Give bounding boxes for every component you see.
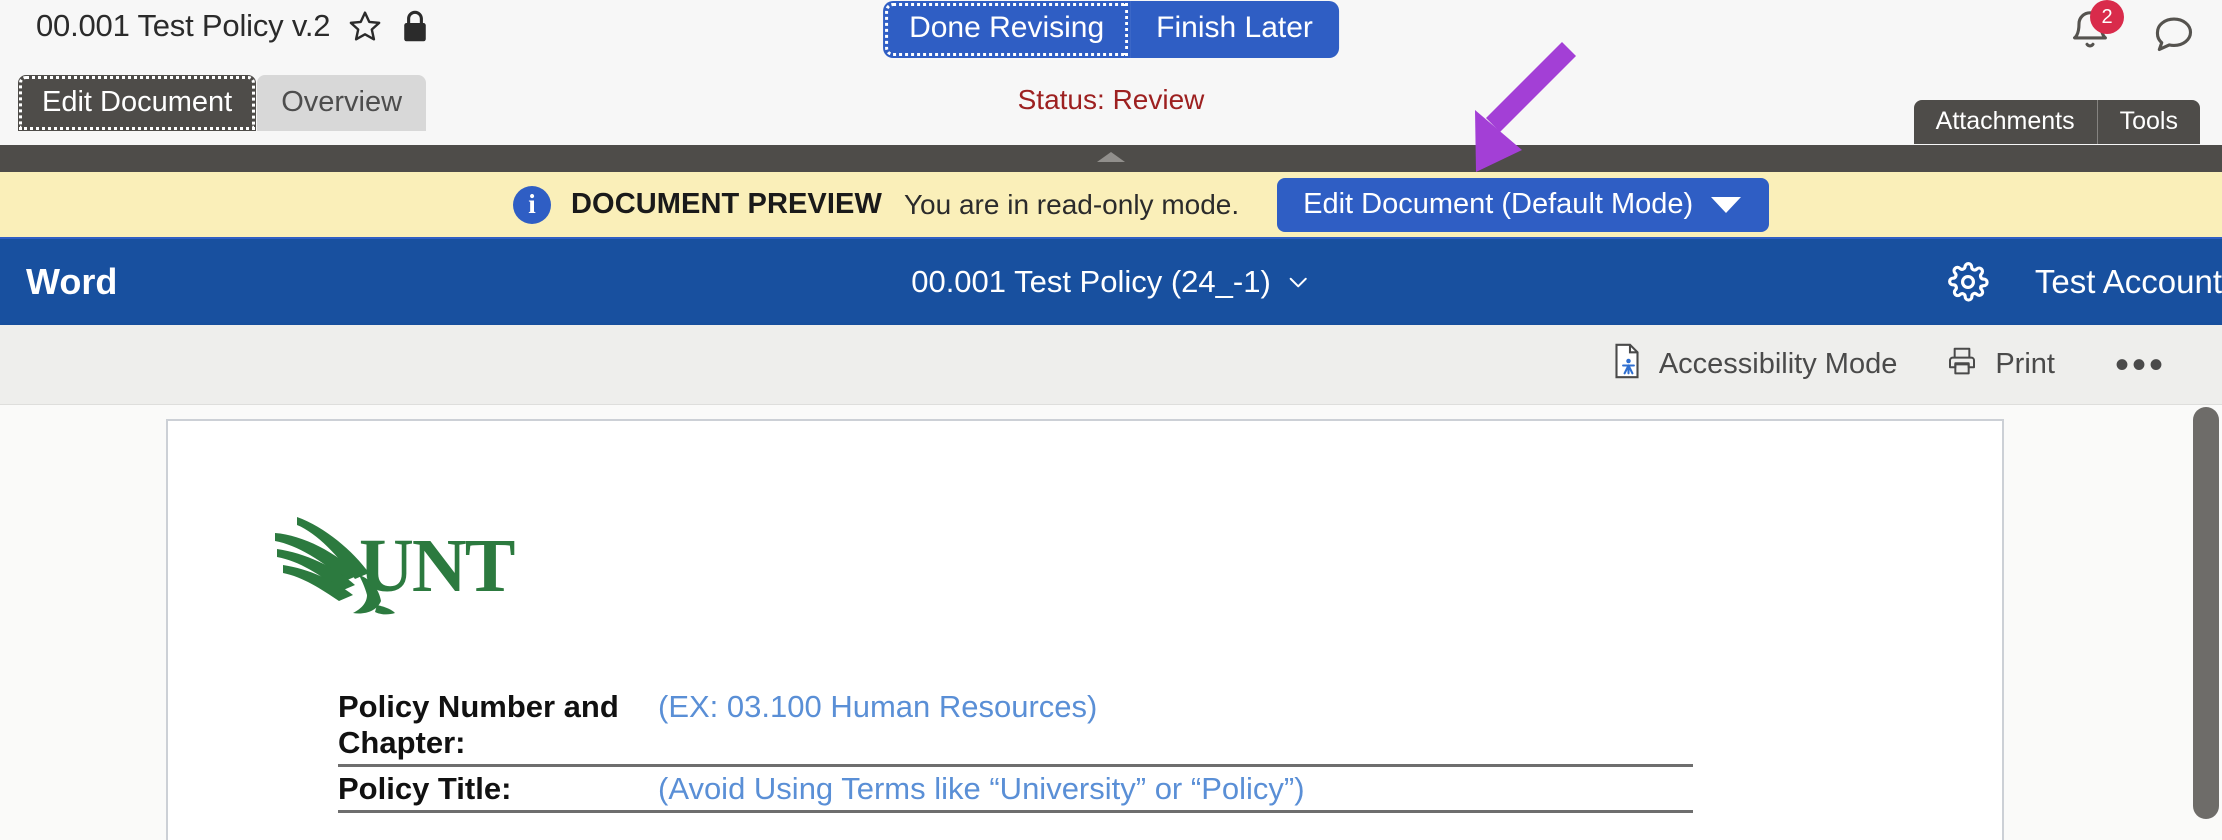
notification-cluster: 2 bbox=[2068, 0, 2196, 57]
word-document-name-label: 00.001 Test Policy (24_-1) bbox=[911, 264, 1271, 299]
word-toolbar: Accessibility Mode Print ••• bbox=[0, 325, 2222, 405]
chevron-down-icon bbox=[1711, 196, 1742, 213]
policy-field-list: Policy Number and Chapter: (EX: 03.100 H… bbox=[338, 689, 1693, 817]
word-app-header: Word 00.001 Test Policy (24_-1) Test Acc… bbox=[0, 239, 2222, 325]
unt-eagle-logo: UNT bbox=[273, 513, 543, 623]
policy-number-label: Policy Number and Chapter: bbox=[338, 689, 619, 760]
accessibility-document-icon bbox=[1611, 343, 1643, 387]
document-title-row: 00.001 Test Policy v.2 bbox=[36, 8, 430, 44]
svg-text:UNT: UNT bbox=[359, 524, 515, 608]
tab-attachments[interactable]: Attachments bbox=[1913, 100, 2097, 144]
document-preview-banner: i DOCUMENT PREVIEW You are in read-only … bbox=[0, 172, 2222, 239]
tab-overview[interactable]: Overview bbox=[257, 75, 427, 131]
center-action-buttons: Done Revising Finish Later bbox=[883, 1, 1339, 58]
preview-banner-subtitle: You are in read-only mode. bbox=[903, 188, 1240, 220]
word-brand-label: Word bbox=[26, 261, 118, 302]
document-page: UNT Policy Number and Chapter: (EX: 03.1… bbox=[166, 419, 2004, 840]
tab-tools[interactable]: Tools bbox=[2096, 100, 2200, 144]
star-outline-icon[interactable] bbox=[348, 9, 382, 43]
gear-icon[interactable] bbox=[1947, 261, 1989, 303]
chevron-down-icon bbox=[1289, 277, 1307, 288]
page-title: 00.001 Test Policy v.2 bbox=[36, 8, 331, 43]
word-header-right-group: Test Account bbox=[1947, 261, 2222, 303]
info-circle-icon: i bbox=[513, 185, 551, 224]
tab-edit-document[interactable]: Edit Document bbox=[18, 75, 257, 131]
account-name-label[interactable]: Test Account bbox=[2035, 263, 2222, 301]
word-document-name-dropdown[interactable]: 00.001 Test Policy (24_-1) bbox=[911, 264, 1311, 300]
printer-icon bbox=[1945, 345, 1979, 385]
accessibility-mode-button[interactable]: Accessibility Mode bbox=[1611, 343, 1898, 387]
status-text: Status: Review bbox=[1017, 84, 1205, 115]
left-tab-group: Edit Document Overview bbox=[18, 75, 427, 131]
more-horizontal-icon[interactable]: ••• bbox=[2115, 345, 2166, 385]
notification-badge: 2 bbox=[2090, 0, 2124, 34]
app-chrome-header: 00.001 Test Policy v.2 Done Revising Fin… bbox=[0, 0, 2222, 145]
edit-document-mode-label: Edit Document (Default Mode) bbox=[1303, 188, 1694, 220]
done-revising-button[interactable]: Done Revising bbox=[883, 1, 1131, 58]
vertical-scrollbar-thumb[interactable] bbox=[2193, 407, 2219, 819]
vertical-scrollbar-track[interactable] bbox=[2190, 405, 2222, 840]
chevron-up-icon[interactable] bbox=[1097, 152, 1125, 162]
notification-bell-icon[interactable]: 2 bbox=[2068, 0, 2124, 57]
policy-number-value[interactable]: (EX: 03.100 Human Resources) bbox=[658, 689, 1097, 725]
panel-divider-bar bbox=[0, 145, 2222, 172]
accessibility-mode-label: Accessibility Mode bbox=[1658, 348, 1898, 380]
policy-field-row: Policy Number and Chapter: (EX: 03.100 H… bbox=[338, 689, 1693, 767]
policy-title-value[interactable]: (Avoid Using Terms like “University” or … bbox=[658, 771, 1305, 807]
finish-later-button[interactable]: Finish Later bbox=[1130, 1, 1339, 58]
preview-banner-title: DOCUMENT PREVIEW bbox=[571, 188, 882, 220]
right-tab-group: Attachments Tools bbox=[1913, 100, 2200, 144]
policy-title-label: Policy Title: bbox=[338, 771, 512, 806]
document-canvas: UNT Policy Number and Chapter: (EX: 03.1… bbox=[0, 405, 2222, 840]
policy-field-row: Policy Title: (Avoid Using Terms like “U… bbox=[338, 771, 1693, 813]
print-label: Print bbox=[1995, 348, 2055, 380]
print-button[interactable]: Print bbox=[1945, 345, 2055, 385]
edit-document-mode-button[interactable]: Edit Document (Default Mode) bbox=[1277, 177, 1770, 232]
chat-bubble-icon[interactable] bbox=[2152, 11, 2196, 55]
lock-closed-icon[interactable] bbox=[400, 9, 430, 43]
